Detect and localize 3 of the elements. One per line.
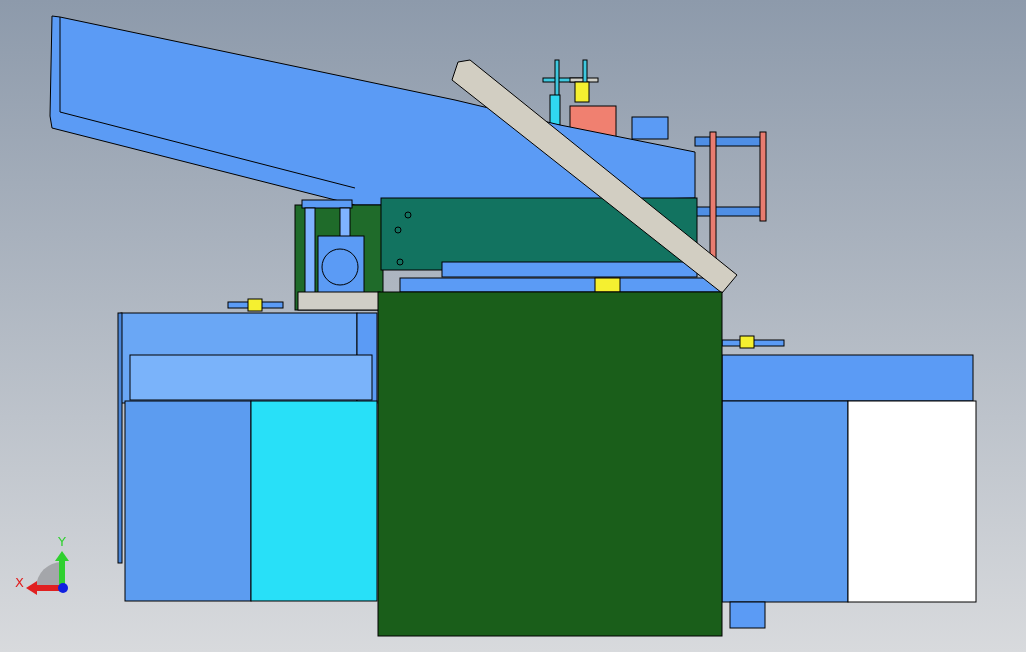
y-axis-label: Y: [58, 534, 66, 549]
z-axis-dot-icon: [58, 583, 68, 593]
x-axis-label: X: [15, 575, 24, 590]
